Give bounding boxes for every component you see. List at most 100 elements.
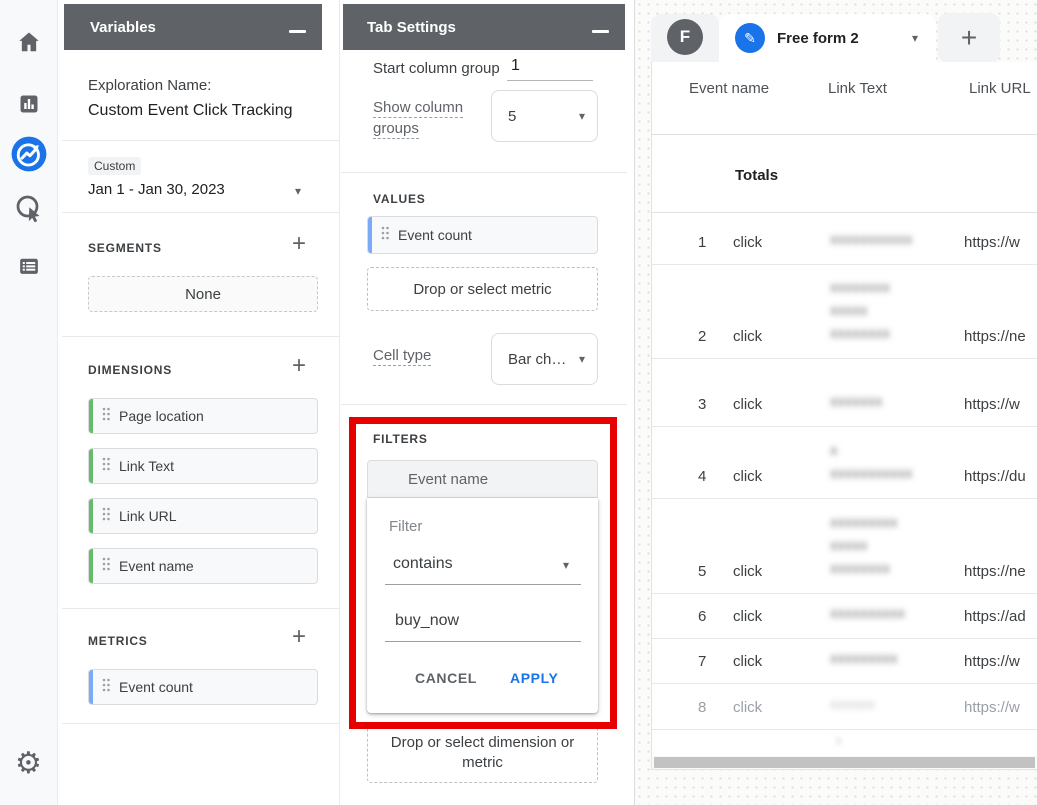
link-url-cell: https://w <box>964 653 1020 670</box>
home-icon[interactable] <box>16 29 42 55</box>
event-name-cell: click <box>733 468 763 485</box>
avatar[interactable]: F <box>667 19 703 55</box>
apply-button[interactable]: APPLY <box>510 670 558 686</box>
row-number: 7 <box>698 653 707 670</box>
drag-handle-icon[interactable] <box>101 506 111 527</box>
redacted-text-blur: xxxxxx <box>830 696 875 713</box>
link-url-cell: https://w <box>964 699 1020 716</box>
segments-section-label: SEGMENTS <box>88 241 162 255</box>
free-form-table: Event name Link Text Link URL Totals 1 cl… <box>651 62 1037 770</box>
tab-free-form-2[interactable]: ✎ Free form 2 ▾ <box>719 14 936 62</box>
exploration-name-value[interactable]: Custom Event Click Tracking <box>88 102 293 120</box>
minimize-tab-settings-icon[interactable] <box>592 30 609 33</box>
date-custom-badge: Custom <box>88 157 142 175</box>
table-row[interactable]: 6 click xxxxxxxxxx https://ad <box>652 594 1037 639</box>
chevron-down-icon[interactable]: ▾ <box>912 32 918 44</box>
redacted-text-blur: xxxxxxxx <box>830 325 890 342</box>
column-header-link-url[interactable]: Link URL <box>969 80 1031 97</box>
dimension-chip-event-name[interactable]: Event name <box>88 548 318 584</box>
redacted-text-blur: xxxxx <box>830 537 868 554</box>
redacted-text-blur: xxxxxxxxx <box>830 514 898 531</box>
filter-field-chip[interactable]: Event name <box>367 460 598 498</box>
divider <box>62 723 339 724</box>
chevron-down-icon[interactable]: ▾ <box>563 559 569 571</box>
show-column-groups-select[interactable]: 5 ▾ <box>491 90 598 142</box>
date-range-value: Jan 1 - Jan 30, 2023 <box>88 181 225 198</box>
table-rows: 1 click xxxxxxxxxxx https://w 2 click xxxxxxxx… <box>652 213 1037 730</box>
exploration-canvas: F ✎ Free form 2 ▾ + Event name Link Text… <box>634 0 1037 805</box>
table-row[interactable]: 8 click xxxxxx https://w <box>652 684 1037 730</box>
event-name-cell: click <box>733 328 763 345</box>
dimension-chip-label: Event name <box>119 558 194 574</box>
add-dimension-button[interactable]: + <box>292 354 306 378</box>
dimension-color-bar <box>89 399 93 433</box>
left-nav-rail: ⚙ <box>0 0 58 805</box>
tab-label: Free form 2 <box>777 29 859 47</box>
totals-row: Totals <box>652 135 1037 213</box>
redacted-text-blur: xxxxxxxxxxx <box>830 465 913 482</box>
drop-metric-zone[interactable]: Drop or select metric <box>367 267 598 311</box>
cell-type-label: Cell type <box>373 347 432 366</box>
add-segment-button[interactable]: + <box>292 232 306 256</box>
row-number: 4 <box>698 468 707 485</box>
row-number: 3 <box>698 396 707 413</box>
drop-dimension-zone[interactable]: Drop or select dimension or metric <box>367 723 598 783</box>
table-row[interactable]: 3 click xxxxxxx https://w <box>652 359 1037 427</box>
avatar-initial: F <box>679 27 691 46</box>
chevron-down-icon[interactable]: ▾ <box>295 185 301 197</box>
redacted-text-blur: xxxxxxx <box>830 393 883 410</box>
drag-handle-icon[interactable] <box>101 456 111 477</box>
drag-handle-icon[interactable] <box>380 225 390 246</box>
table-row[interactable]: 5 click xxxxxxxxx xxxxx xxxxxxxx https://ne <box>652 499 1037 594</box>
advertising-icon[interactable] <box>14 193 44 223</box>
drag-handle-icon[interactable] <box>101 556 111 577</box>
table-row[interactable]: 1 click xxxxxxxxxxx https://w <box>652 213 1037 265</box>
configure-library-icon[interactable] <box>16 254 41 279</box>
table-row[interactable]: 7 click xxxxxxxxx https://w <box>652 639 1037 684</box>
drag-handle-icon[interactable] <box>101 406 111 427</box>
variables-panel: Variables Exploration Name: Custom Event… <box>62 0 340 805</box>
filter-condition-select[interactable]: contains <box>393 555 453 573</box>
table-row[interactable]: 4 click x xxxxxxxxxxx https://du <box>652 427 1037 499</box>
metric-chip-event-count[interactable]: Event count <box>88 669 318 705</box>
chevron-down-icon: ▾ <box>578 109 585 123</box>
add-tab-button[interactable]: + <box>938 13 1000 63</box>
ga4-explorations-app: ⚙ Variables Exploration Name: Custom Eve… <box>0 0 1037 805</box>
minimize-variables-icon[interactable] <box>289 30 306 33</box>
cell-type-select[interactable]: Bar ch… ▾ <box>491 333 598 385</box>
link-url-cell: https://ad <box>964 608 1026 625</box>
filter-field-label: Event name <box>408 470 489 488</box>
horizontal-scrollbar-thumb[interactable] <box>654 757 1035 768</box>
dimension-chip-page-location[interactable]: Page location <box>88 398 318 434</box>
start-column-group-label: Start column group <box>373 60 500 77</box>
show-column-groups-label-line1: Show column <box>373 99 464 118</box>
filter-value-input[interactable]: buy_now <box>395 612 459 630</box>
plus-icon: + <box>960 22 978 53</box>
input-underline <box>385 584 581 585</box>
cancel-button[interactable]: CANCEL <box>415 670 477 686</box>
drop-metric-placeholder: Drop or select metric <box>413 280 552 298</box>
values-chip-event-count[interactable]: Event count <box>367 216 598 254</box>
dimension-chip-link-text[interactable]: Link Text <box>88 448 318 484</box>
filter-condition-card: Filter contains ▾ buy_now CANCEL APPLY <box>367 498 598 713</box>
segments-none-chip[interactable]: None <box>88 276 318 312</box>
column-header-link-text[interactable]: Link Text <box>828 80 887 97</box>
add-metric-button[interactable]: + <box>292 625 306 649</box>
link-url-cell: https://du <box>964 468 1026 485</box>
event-name-cell: click <box>733 699 763 716</box>
event-name-cell: click <box>733 653 763 670</box>
show-column-groups-label-line2: groups <box>373 120 419 139</box>
variables-panel-title: Variables <box>90 18 156 36</box>
settings-gear-icon[interactable]: ⚙ <box>15 749 42 779</box>
divider <box>341 172 627 173</box>
table-row[interactable]: 2 click xxxxxxxx xxxxx xxxxxxxx https://ne <box>652 265 1037 359</box>
start-column-group-input[interactable]: 1 <box>511 57 520 75</box>
explore-icon[interactable] <box>10 135 48 173</box>
date-range-selector[interactable]: Jan 1 - Jan 30, 2023 <box>88 181 225 198</box>
values-chip-label: Event count <box>398 227 472 243</box>
column-header-event-name[interactable]: Event name <box>689 80 769 97</box>
tab-settings-panel-title: Tab Settings <box>367 18 456 36</box>
drag-handle-icon[interactable] <box>101 677 111 698</box>
dimension-chip-link-url[interactable]: Link URL <box>88 498 318 534</box>
reports-icon[interactable] <box>17 92 41 116</box>
